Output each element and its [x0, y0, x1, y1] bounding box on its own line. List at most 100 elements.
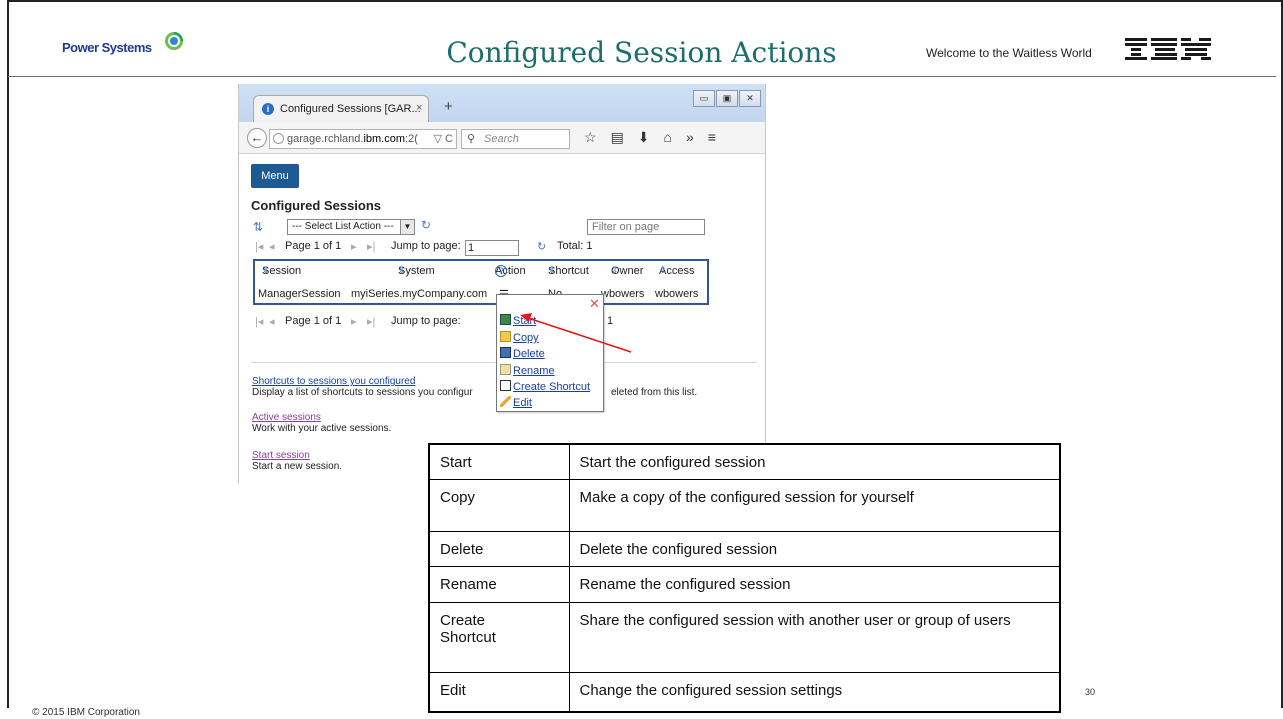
ibm-logo — [1125, 38, 1211, 60]
sort-icon: ⇕ — [611, 265, 619, 275]
action-description: Rename the configured session — [568, 566, 1061, 603]
table-row: Delete Delete the configured session — [428, 531, 1061, 568]
new-tab-button[interactable]: + — [444, 98, 453, 115]
url-controls[interactable]: ▽ C — [434, 130, 453, 148]
sort-icon: ⇕ — [548, 265, 556, 275]
action-name: Create Shortcut — [428, 601, 570, 674]
page-label: Page 1 of 1 — [285, 315, 342, 327]
trash-icon — [500, 347, 511, 358]
close-icon[interactable]: ✕ — [589, 296, 600, 312]
section-title: Configured Sessions — [251, 198, 382, 213]
context-menu: ✕ Start Copy Delete Rename Create Shortc… — [496, 294, 604, 412]
sort-icon: ⇕ — [659, 265, 667, 275]
link-shortcuts[interactable]: Shortcuts to sessions you configured — [252, 376, 415, 387]
shortcut-icon — [500, 380, 511, 391]
action-description: Share the configured session with anothe… — [568, 601, 1061, 674]
go-icon[interactable]: ↻ — [421, 218, 431, 232]
last-page-icon[interactable]: ▸| — [367, 315, 375, 328]
table-row: Start Start the configured session — [428, 443, 1061, 480]
pager-top: |◂ ◂ Page 1 of 1 ▸ ▸| Jump to page: 1 ↻ … — [251, 240, 751, 256]
list-action-select-value: --- Select List Action --- — [292, 221, 394, 232]
next-page-icon[interactable]: ▸ — [351, 315, 357, 328]
menu-button[interactable]: Menu — [251, 164, 299, 188]
nav-bar: ← garage.rchland.ibm.com:2( ▽ C ⚲ Search… — [239, 122, 765, 154]
menu-item-create-shortcut[interactable]: Create Shortcut — [500, 380, 590, 393]
sort-icon: ⇕ — [262, 265, 270, 275]
back-button[interactable]: ← — [247, 128, 267, 148]
menu-item-start[interactable]: Start — [500, 314, 536, 327]
tagline: Welcome to the Waitless World — [926, 46, 1092, 60]
first-page-icon[interactable]: |◂ — [255, 240, 263, 253]
desc-start-session: Start a new session. — [252, 461, 343, 472]
hamburger-menu-icon[interactable]: ≡ — [708, 129, 716, 146]
sessions-table: Session ⇕ System ⇕ Action ? Shortcut ⇕ Ow… — [253, 259, 709, 305]
search-placeholder: Search — [484, 133, 519, 145]
globe-icon — [273, 133, 284, 144]
cell-access: wbowers — [655, 288, 699, 300]
overflow-chevron-icon[interactable]: » — [686, 129, 694, 146]
menu-item-copy[interactable]: Copy — [500, 331, 539, 344]
reading-list-icon[interactable]: ▤ — [611, 129, 624, 146]
action-name: Delete — [428, 531, 570, 568]
close-window-button[interactable]: ✕ — [739, 90, 761, 107]
maximize-button[interactable]: ▣ — [716, 90, 738, 107]
desc-active-sessions: Work with your active sessions. — [252, 423, 392, 434]
window-controls: ▭ ▣ ✕ — [693, 90, 761, 107]
pencil-icon — [500, 396, 511, 407]
next-page-icon[interactable]: ▸ — [351, 240, 357, 253]
actions-table: Start Start the configured session Copy … — [428, 443, 1061, 713]
url-suffix: :2( — [405, 133, 418, 145]
table-row: Create Shortcut Share the configured ses… — [428, 601, 1061, 674]
last-page-icon[interactable]: ▸| — [367, 240, 375, 253]
list-toolbar: ⇅ --- Select List Action --- ▼ ↻ Filter … — [251, 218, 751, 236]
sort-icon: ⇕ — [398, 265, 406, 275]
page-number: 30 — [1085, 687, 1096, 697]
table-row: Copy Make a copy of the configured sessi… — [428, 478, 1061, 533]
search-input[interactable]: ⚲ Search — [461, 129, 570, 149]
menu-item-delete[interactable]: Delete — [500, 347, 545, 360]
url-bar[interactable]: garage.rchland.ibm.com:2( ▽ C — [269, 129, 457, 149]
jump-label: Jump to page: — [391, 315, 461, 327]
jump-go-icon[interactable]: ↻ — [537, 240, 546, 253]
jump-label: Jump to page: — [391, 240, 461, 252]
select-all-icon[interactable]: ⇅ — [253, 220, 263, 234]
info-icon: i — [262, 103, 274, 115]
home-icon[interactable]: ⌂ — [664, 129, 672, 146]
browser-screenshot: i Configured Sessions [GAR... × + ▭ ▣ ✕ … — [238, 84, 766, 484]
list-action-select[interactable]: --- Select List Action --- ▼ — [287, 219, 415, 235]
close-tab-icon[interactable]: × — [416, 102, 422, 114]
prev-page-icon[interactable]: ◂ — [269, 240, 275, 253]
url-domain: ibm.com — [363, 133, 406, 145]
bookmark-star-icon[interactable]: ☆ — [584, 129, 597, 146]
filter-input[interactable]: Filter on page — [587, 219, 705, 235]
minimize-button[interactable]: ▭ — [693, 90, 715, 107]
link-start-session[interactable]: Start session — [252, 450, 310, 461]
link-active-sessions[interactable]: Active sessions — [252, 412, 321, 423]
header-rule — [8, 76, 1276, 77]
tab-bar: i Configured Sessions [GAR... × + ▭ ▣ ✕ — [239, 84, 765, 122]
browser-tab[interactable]: i Configured Sessions [GAR... × — [253, 95, 429, 122]
cell-system: myiSeries.myCompany.com — [351, 288, 488, 300]
chevron-down-icon[interactable]: ▼ — [400, 220, 414, 234]
prev-page-icon[interactable]: ◂ — [269, 315, 275, 328]
action-description: Change the configured session settings — [568, 672, 1061, 713]
menu-item-edit[interactable]: Edit — [500, 396, 532, 409]
action-name: Copy — [428, 478, 570, 533]
table-row: Edit Change the configured session setti… — [428, 672, 1061, 713]
action-description: Make a copy of the configured session fo… — [568, 478, 1061, 533]
jump-input[interactable]: 1 — [465, 240, 519, 256]
action-name: Start — [428, 443, 570, 480]
action-name: Edit — [428, 672, 570, 713]
menu-item-rename[interactable]: Rename — [500, 364, 555, 377]
copyright: © 2015 IBM Corporation — [32, 707, 140, 718]
table-row: Rename Rename the configured session — [428, 566, 1061, 603]
desc-shortcuts: Display a list of shortcuts to sessions … — [252, 387, 473, 398]
total-label: Total: 1 — [557, 240, 593, 252]
download-icon[interactable]: ⬇ — [638, 129, 650, 146]
rename-icon — [500, 364, 511, 375]
search-icon: ⚲ — [467, 133, 476, 145]
help-icon: ? — [495, 265, 507, 277]
tab-title: Configured Sessions [GAR... — [280, 103, 421, 115]
first-page-icon[interactable]: |◂ — [255, 315, 263, 328]
action-description: Delete the configured session — [568, 531, 1061, 568]
